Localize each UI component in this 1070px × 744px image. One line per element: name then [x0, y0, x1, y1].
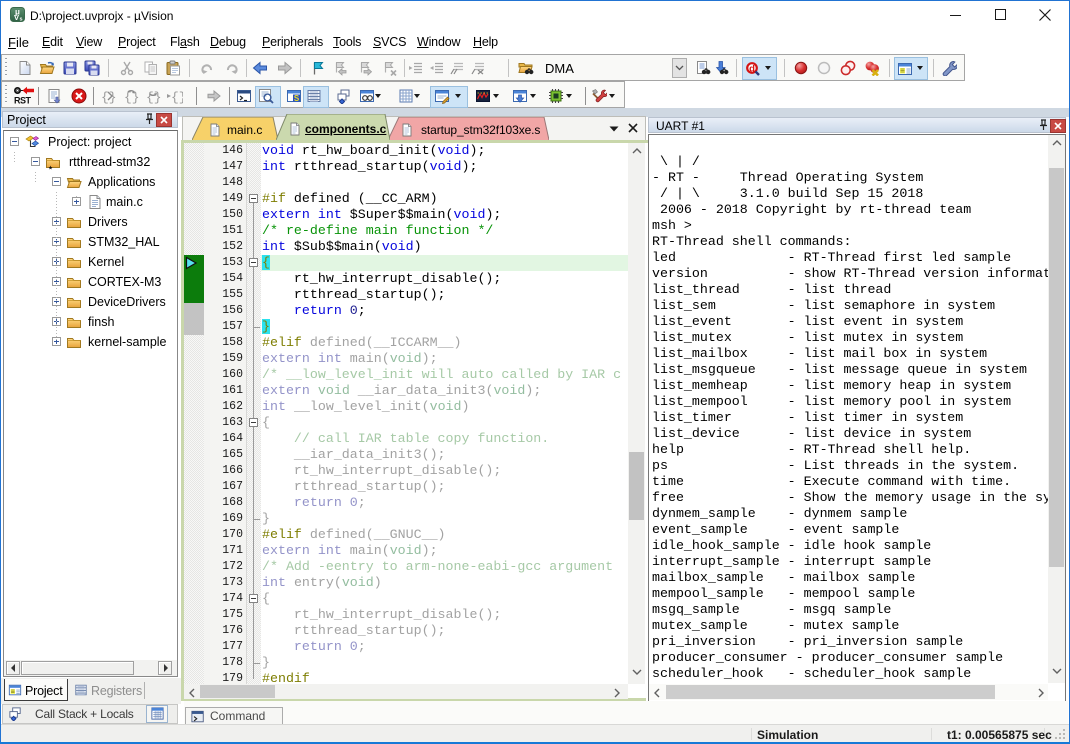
svg-text:d: d [749, 63, 755, 74]
svg-text:RST: RST [14, 96, 32, 106]
svg-text:{}: {} [171, 90, 183, 104]
svg-text:{}: {} [124, 90, 139, 104]
svg-text:V: V [14, 13, 19, 22]
svg-text:s: s [19, 17, 22, 23]
svg-text:{}: {} [146, 90, 161, 104]
svg-text:S: S [294, 94, 300, 103]
